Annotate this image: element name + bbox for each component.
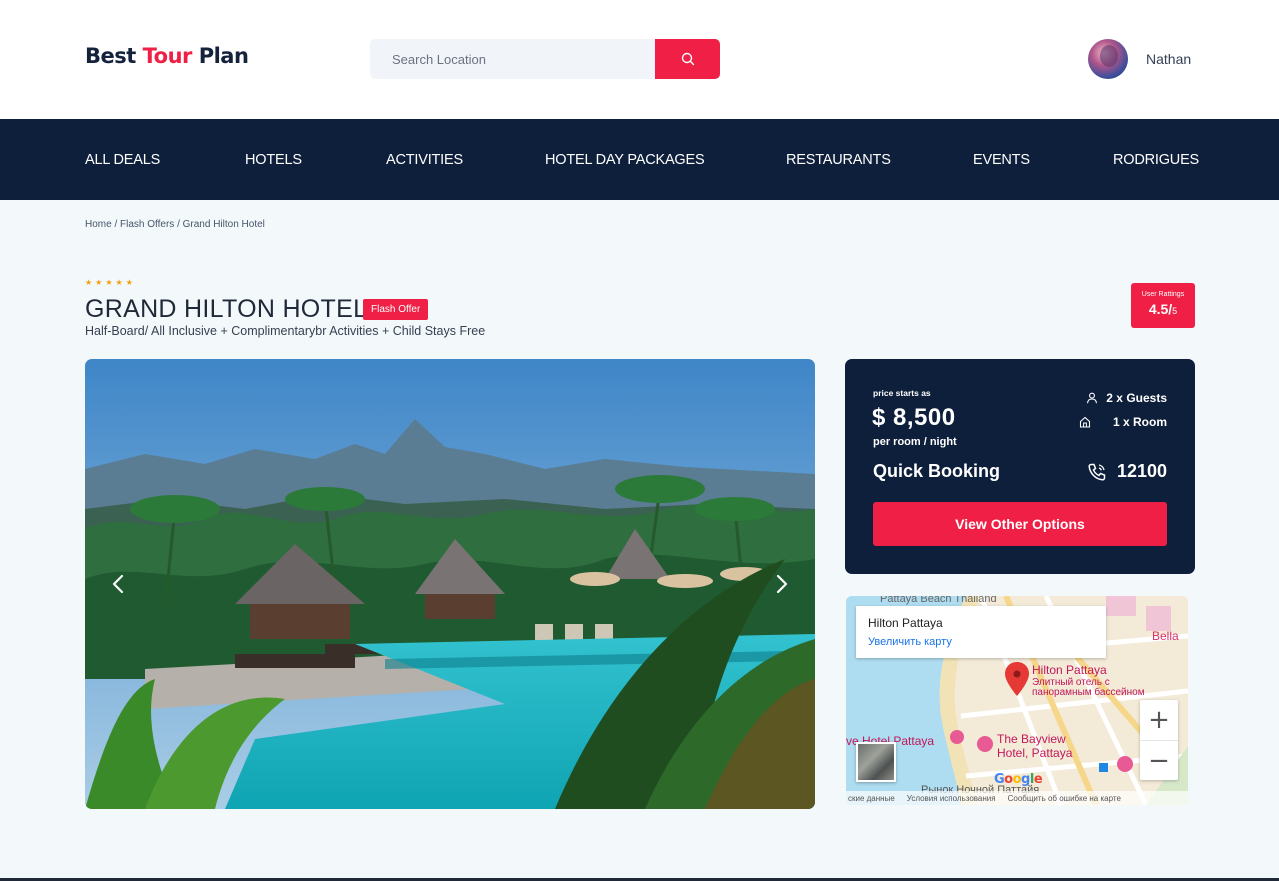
map-info-title: Hilton Pattaya <box>868 616 943 630</box>
logo-text-best: Best <box>85 44 136 68</box>
user-rating-max: 5 <box>1172 306 1178 316</box>
main-nav: ALL DEALS HOTELS ACTIVITIES HOTEL DAY PA… <box>0 119 1279 200</box>
search-button[interactable] <box>655 39 720 79</box>
logo-text-plan: Plan <box>198 44 249 68</box>
nav-item-restaurants[interactable]: RESTAURANTS <box>786 152 891 168</box>
price-value: $ 8,500 <box>872 404 956 431</box>
phone-number[interactable]: 12100 <box>1087 461 1167 482</box>
view-other-options-button[interactable]: View Other Options <box>873 502 1167 546</box>
quick-booking-label: Quick Booking <box>873 461 1001 481</box>
logo-text-tour: Tour <box>142 44 193 68</box>
site-header: Best Tour Plan Nathan <box>0 0 1279 119</box>
search-input[interactable] <box>370 39 655 79</box>
map-attr-terms[interactable]: Условия использования <box>907 794 996 803</box>
hotel-map[interactable]: Pattaya Beach Thailand Bella Hilton Patt… <box>846 596 1188 805</box>
map-label-right: Bella <box>1152 629 1179 643</box>
chevron-left-icon <box>112 574 124 594</box>
hotel-subtitle: Half-Board/ All Inclusive + Complimentar… <box>85 324 486 338</box>
map-zoom-controls: + − <box>1140 700 1178 780</box>
chevron-right-icon <box>776 574 788 594</box>
map-attribution: ские данные Условия использования Сообщи… <box>846 791 1188 805</box>
map-attr-report[interactable]: Сообщить об ошибке на карте <box>1008 794 1121 803</box>
gallery-next-button[interactable] <box>769 571 795 597</box>
guests-label: 2 x Guests <box>1106 391 1167 405</box>
user-name[interactable]: Nathan <box>1146 51 1191 67</box>
price-label: price starts as <box>873 388 931 398</box>
user-rating-value: 4.5/5 <box>1131 301 1195 317</box>
hotel-image-gallery[interactable] <box>85 359 815 809</box>
phone-number-text: 12100 <box>1116 461 1167 481</box>
map-place-bayview-2: Hotel, Pattaya <box>997 746 1073 760</box>
avatar[interactable] <box>1088 39 1128 79</box>
home-icon <box>1079 416 1091 428</box>
price-unit: per room / night <box>873 436 957 448</box>
google-logo: Google <box>994 772 1043 787</box>
user-rating-badge: User Rattings 4.5/5 <box>1131 283 1195 328</box>
booking-card: price starts as $ 8,500 per room / night… <box>845 359 1195 574</box>
rooms-count: 1 x Room <box>1079 415 1167 429</box>
flash-offer-badge: Flash Offer <box>363 299 429 320</box>
hotel-photo <box>85 359 815 809</box>
search-bar <box>370 39 720 79</box>
user-rating-label: User Rattings <box>1141 291 1185 298</box>
breadcrumb[interactable]: Home / Flash Offers / Grand Hilton Hotel <box>85 219 265 230</box>
map-attr-data[interactable]: ские данные <box>848 794 895 803</box>
nav-item-events[interactable]: EVENTS <box>973 152 1030 168</box>
nav-item-activities[interactable]: ACTIVITIES <box>386 152 463 168</box>
map-info-card: Hilton Pattaya Увеличить карту <box>856 606 1106 658</box>
gallery-prev-button[interactable] <box>105 571 131 597</box>
map-place-bayview-1: The Bayview <box>997 732 1066 746</box>
map-pin-title: Hilton Pattaya <box>1032 663 1107 677</box>
user-icon <box>1087 392 1098 404</box>
rooms-label: 1 x Room <box>1112 415 1167 429</box>
page-title: GRAND HILTON HOTEL <box>85 295 368 323</box>
guests-count: 2 x Guests <box>1086 391 1167 405</box>
nav-item-rodrigues[interactable]: RODRIGUES <box>1113 152 1199 168</box>
nav-item-hotel-day-packages[interactable]: HOTEL DAY PACKAGES <box>545 152 705 168</box>
user-rating-score: 4.5/ <box>1148 301 1173 317</box>
map-zoom-out-button[interactable]: − <box>1140 740 1178 780</box>
nav-item-all-deals[interactable]: ALL DEALS <box>85 152 160 168</box>
nav-item-hotels[interactable]: HOTELS <box>245 152 302 168</box>
map-label-top: Pattaya Beach Thailand <box>880 596 997 605</box>
map-enlarge-link[interactable]: Увеличить карту <box>868 636 952 648</box>
map-pin-desc-2: панорамным бассейном <box>1032 686 1145 698</box>
star-rating: ★★★★★ <box>85 278 136 287</box>
map-satellite-toggle[interactable] <box>856 742 896 782</box>
logo[interactable]: Best Tour Plan <box>85 44 249 68</box>
phone-icon <box>1088 463 1106 481</box>
map-zoom-in-button[interactable]: + <box>1140 700 1178 740</box>
search-icon <box>681 52 694 66</box>
